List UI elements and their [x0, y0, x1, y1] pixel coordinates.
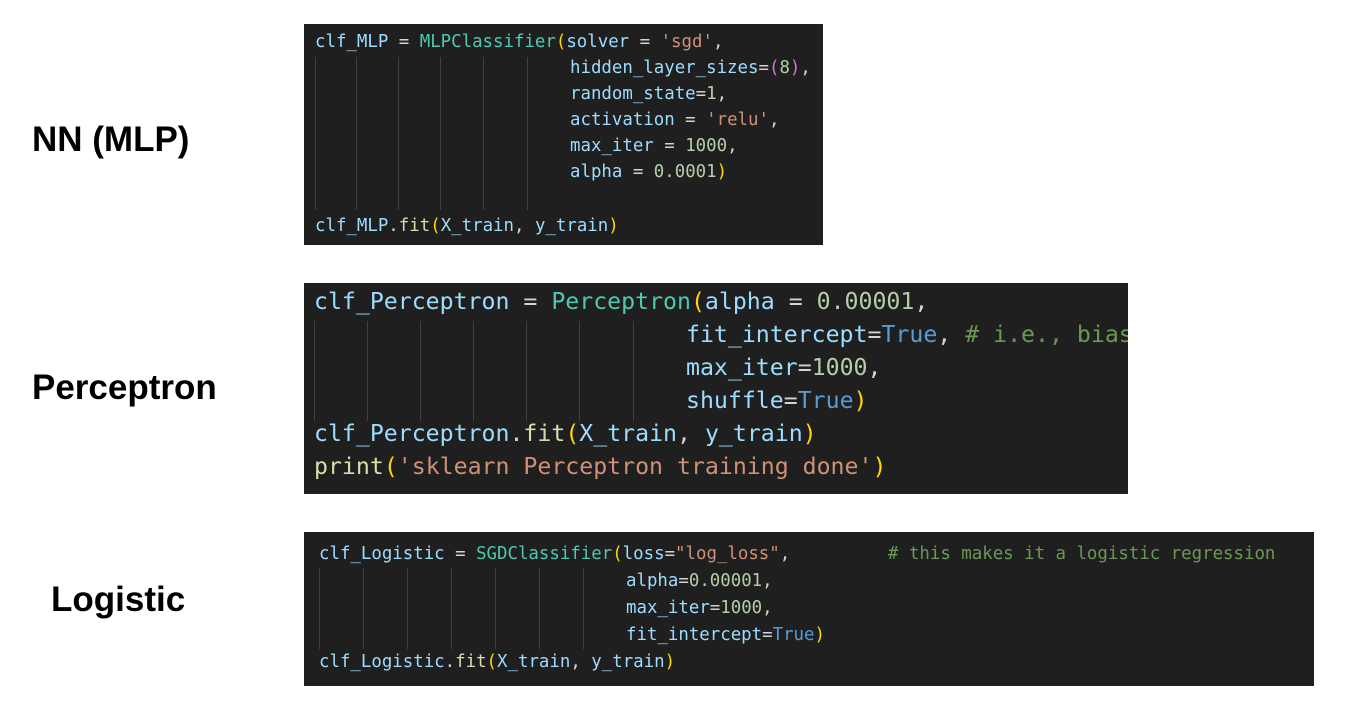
code-variable: clf_MLP [315, 216, 389, 236]
code-line-4: fit_intercept=True) [626, 625, 825, 645]
code-variable: clf_Logistic [319, 544, 445, 564]
indent-guide [314, 321, 315, 421]
code-string: 'sgd' [660, 32, 713, 52]
label-logistic: Logistic [51, 580, 186, 619]
code-class: SGDClassifier [476, 544, 613, 564]
code-class: Perceptron [551, 288, 691, 315]
code-param: activation [570, 110, 675, 130]
code-line-5: max_iter = 1000, [570, 136, 738, 156]
code-param: alpha [570, 162, 623, 182]
code-variable: clf_MLP [315, 32, 389, 52]
code-variable: clf_Logistic [319, 652, 445, 672]
code-line-8: clf_MLP.fit(X_train, y_train) [315, 216, 619, 236]
indent-guide [526, 321, 527, 421]
code-param: solver [566, 32, 630, 52]
indent-guide [583, 568, 584, 649]
indent-guide [398, 57, 399, 210]
code-number: 8 [779, 58, 790, 78]
code-function: fit [398, 216, 431, 236]
code-param: alpha [704, 288, 775, 315]
code-variable: clf_Perceptron [314, 420, 510, 447]
code-param: max_iter [626, 598, 710, 618]
indent-guide [473, 321, 474, 421]
code-param: hidden_layer_sizes [570, 58, 759, 78]
code-line-4: activation = 'relu', [570, 110, 780, 130]
code-param: alpha [626, 571, 679, 591]
code-param: shuffle [686, 387, 784, 414]
indent-guide [367, 321, 368, 421]
indent-guide [440, 57, 441, 210]
code-number: 0.00001 [688, 571, 763, 591]
code-function: fit [523, 420, 566, 447]
indent-guide [483, 57, 484, 210]
indent-guide [451, 568, 452, 649]
code-line-4: shuffle=True) [686, 387, 868, 414]
code-line-1-comment: # this makes it a logistic regression [888, 541, 1275, 568]
indent-guide [319, 568, 320, 649]
indent-guide [495, 568, 496, 649]
code-param: max_iter [686, 354, 798, 381]
code-line-5: clf_Logistic.fit(X_train, y_train) [319, 652, 676, 672]
code-block-perceptron: clf_Perceptron = Perceptron(alpha = 0.00… [304, 283, 1128, 494]
code-param: loss [622, 544, 665, 564]
indent-guide [420, 321, 421, 421]
code-line-1: clf_Logistic = SGDClassifier(loss="log_l… [319, 544, 791, 564]
indent-guide [539, 568, 540, 649]
code-line-3: max_iter=1000, [626, 598, 773, 618]
label-nn-mlp: NN (MLP) [32, 120, 190, 159]
code-line-1: clf_Perceptron = Perceptron(alpha = 0.00… [314, 288, 929, 315]
code-keyword: True [772, 625, 815, 645]
code-number: 1000 [685, 136, 728, 156]
code-number: 0.00001 [816, 288, 915, 315]
code-line-2: fit_intercept=True, # i.e., bias [686, 318, 1128, 351]
code-string: 'sklearn Perceptron training done' [397, 453, 873, 480]
code-line-2: alpha=0.00001, [626, 571, 773, 591]
code-comment: # i.e., bias [965, 321, 1128, 348]
indent-guide [356, 57, 357, 210]
code-keyword: True [797, 387, 854, 414]
indent-guide [363, 568, 364, 649]
indent-guide [407, 568, 408, 649]
code-param: fit_intercept [686, 321, 868, 348]
code-line-6: print('sklearn Perceptron training done'… [314, 453, 887, 480]
code-number: 1 [706, 84, 717, 104]
label-perceptron: Perceptron [32, 368, 217, 407]
code-keyword: True [881, 321, 938, 348]
code-param: fit_intercept [626, 625, 763, 645]
indent-guide [633, 321, 634, 421]
code-operator: = [388, 32, 420, 52]
code-comment: # this makes it a logistic regression [888, 544, 1276, 564]
code-number: 1000 [811, 354, 868, 381]
indent-guide [527, 57, 528, 210]
indent-guide [315, 57, 316, 210]
code-param: max_iter [570, 136, 654, 156]
code-line-5: clf_Perceptron.fit(X_train, y_train) [314, 420, 817, 447]
indent-guide [579, 321, 580, 421]
code-line-3: random_state=1, [570, 84, 728, 104]
code-string: "log_loss" [675, 544, 780, 564]
code-class: MLPClassifier [419, 32, 556, 52]
code-function: print [314, 453, 384, 480]
code-line-3: max_iter=1000, [686, 354, 882, 381]
code-line-1: clf_MLP = MLPClassifier(solver = 'sgd', [315, 32, 724, 52]
code-block-logistic: clf_Logistic = SGDClassifier(loss="log_l… [304, 532, 1314, 686]
code-block-mlp: clf_MLP = MLPClassifier(solver = 'sgd', … [304, 24, 823, 245]
code-line-2: hidden_layer_sizes=(8), [570, 58, 811, 78]
code-param: random_state [570, 84, 696, 104]
code-variable: clf_Perceptron [314, 288, 510, 315]
code-number: 0.0001 [653, 162, 717, 182]
code-function: fit [455, 652, 487, 672]
code-string: 'relu' [706, 110, 769, 130]
code-number: 1000 [720, 598, 763, 618]
code-line-6: alpha = 0.0001) [570, 162, 728, 182]
